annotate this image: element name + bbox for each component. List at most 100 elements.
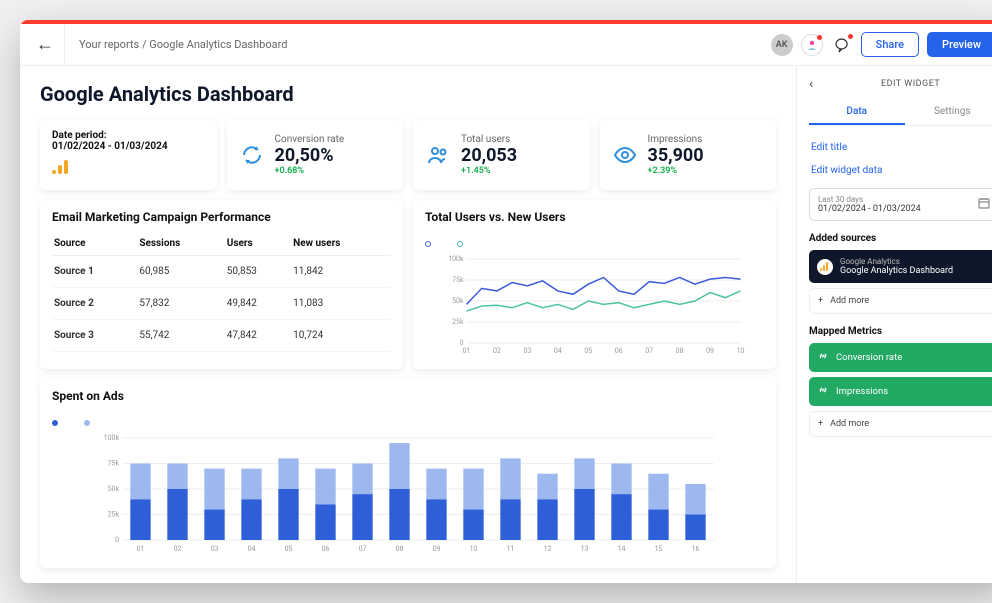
sidebar-header: ‹ EDIT WIDGET bbox=[809, 76, 992, 92]
kpi-value: 35,900 bbox=[648, 145, 765, 166]
table-header: Users bbox=[225, 232, 291, 256]
avatar-initials: AK bbox=[776, 40, 788, 50]
table-cell: 50,853 bbox=[225, 256, 291, 288]
kpi-label: Impressions bbox=[648, 134, 765, 145]
legend-dot-icon bbox=[457, 241, 463, 247]
added-sources-title: Added sources bbox=[809, 233, 992, 244]
svg-text:100k: 100k bbox=[104, 434, 120, 442]
svg-text:16: 16 bbox=[692, 545, 700, 553]
users-icon bbox=[425, 142, 451, 168]
table-header: Source bbox=[52, 232, 137, 256]
svg-text:0: 0 bbox=[115, 536, 119, 544]
ga-logo-icon bbox=[817, 259, 833, 275]
svg-text:05: 05 bbox=[584, 347, 592, 355]
back-arrow-icon[interactable]: ← bbox=[36, 24, 65, 65]
notification-dot-icon bbox=[848, 34, 853, 39]
main-panel: Google Analytics Dashboard Date period: … bbox=[20, 66, 796, 583]
svg-text:14: 14 bbox=[618, 545, 626, 553]
date-picker[interactable]: Last 30 days 01/02/2024 - 01/03/2024 bbox=[809, 188, 992, 221]
chat-icon[interactable] bbox=[831, 34, 853, 56]
card-title: Total Users vs. New Users bbox=[425, 210, 764, 224]
svg-text:50k: 50k bbox=[452, 297, 464, 305]
table-cell: 11,083 bbox=[291, 288, 391, 320]
plus-icon: + bbox=[818, 419, 823, 429]
svg-text:11: 11 bbox=[507, 545, 515, 553]
add-more-label: Add more bbox=[830, 296, 869, 306]
kpi-conversion-rate: Conversion rate 20,50% +0.68% bbox=[227, 120, 404, 190]
table-body: Source 160,98550,85311,842Source 257,832… bbox=[52, 256, 391, 352]
kpi-impressions: Impressions 35,900 +2.39% bbox=[600, 120, 777, 190]
svg-text:10: 10 bbox=[470, 545, 478, 553]
users-chart-card: Total Users vs. New Users 025k50k75k100k… bbox=[413, 200, 776, 369]
table-cell: 55,742 bbox=[137, 320, 224, 352]
eye-icon bbox=[612, 142, 638, 168]
add-metric-button[interactable]: + Add more bbox=[809, 411, 992, 437]
table-cell: Source 3 bbox=[52, 320, 137, 352]
svg-text:02: 02 bbox=[174, 545, 182, 553]
add-source-button[interactable]: + Add more bbox=[809, 288, 992, 314]
svg-text:03: 03 bbox=[211, 545, 219, 553]
mapped-metrics-title: Mapped Metrics bbox=[809, 326, 992, 337]
legend-dot-icon bbox=[52, 420, 58, 426]
table-cell: 49,842 bbox=[225, 288, 291, 320]
share-button[interactable]: Share bbox=[861, 32, 919, 57]
line-chart: 025k50k75k100k01020304050607080910 bbox=[425, 255, 764, 355]
topbar: ← Your reports / Google Analytics Dashbo… bbox=[20, 24, 992, 66]
preview-button[interactable]: Preview bbox=[927, 32, 992, 57]
sidebar-back-icon[interactable]: ‹ bbox=[809, 76, 821, 92]
table-header-row: SourceSessionsUsersNew users bbox=[52, 232, 391, 256]
svg-text:07: 07 bbox=[359, 545, 367, 553]
metric-conversion-rate[interactable]: Conversion rate bbox=[809, 343, 992, 372]
legend bbox=[52, 411, 764, 430]
table-cell: 10,724 bbox=[291, 320, 391, 352]
svg-text:10: 10 bbox=[737, 347, 745, 355]
add-more-label: Add more bbox=[830, 419, 869, 429]
svg-text:25k: 25k bbox=[108, 511, 120, 519]
tab-data[interactable]: Data bbox=[809, 100, 905, 125]
table-header: Sessions bbox=[137, 232, 224, 256]
email-performance-card: Email Marketing Campaign Performance Sou… bbox=[40, 200, 403, 369]
table-cell: 11,842 bbox=[291, 256, 391, 288]
table-cell: Source 2 bbox=[52, 288, 137, 320]
svg-text:09: 09 bbox=[433, 545, 441, 553]
svg-text:04: 04 bbox=[554, 347, 562, 355]
link-icon bbox=[817, 350, 829, 365]
refresh-icon bbox=[239, 142, 265, 168]
table-cell: 57,832 bbox=[137, 288, 224, 320]
svg-text:07: 07 bbox=[645, 347, 653, 355]
table-row: Source 160,98550,85311,842 bbox=[52, 256, 391, 288]
source-name: Google Analytics Dashboard bbox=[840, 266, 953, 276]
date-period-card: Date period: 01/02/2024 - 01/03/2024 bbox=[40, 120, 217, 190]
avatar-user-1[interactable]: AK bbox=[771, 34, 793, 56]
edit-title-toggle[interactable]: Edit title ▸ bbox=[809, 136, 992, 159]
page-title: Google Analytics Dashboard bbox=[40, 82, 776, 106]
tab-settings[interactable]: Settings bbox=[905, 100, 992, 125]
table-cell: 60,985 bbox=[137, 256, 224, 288]
sidebar-tabs: Data Settings bbox=[809, 100, 992, 126]
svg-text:05: 05 bbox=[285, 545, 293, 553]
ga-logo-icon bbox=[52, 158, 72, 176]
svg-text:01: 01 bbox=[137, 545, 145, 553]
svg-text:75k: 75k bbox=[108, 460, 120, 468]
kpi-total-users: Total users 20,053 +1.45% bbox=[413, 120, 590, 190]
kpi-row: Date period: 01/02/2024 - 01/03/2024 Con… bbox=[40, 120, 776, 190]
performance-table: SourceSessionsUsersNew users Source 160,… bbox=[52, 232, 391, 352]
svg-text:13: 13 bbox=[581, 545, 589, 553]
plus-icon: + bbox=[818, 296, 823, 306]
avatar-user-2[interactable] bbox=[801, 34, 823, 56]
date-period-label: Date period: bbox=[52, 130, 205, 141]
edit-widget-data-toggle[interactable]: Edit widget data ▾ bbox=[809, 159, 992, 182]
legend bbox=[425, 232, 764, 251]
table-header: New users bbox=[291, 232, 391, 256]
svg-text:75k: 75k bbox=[452, 276, 464, 284]
breadcrumb[interactable]: Your reports / Google Analytics Dashboar… bbox=[79, 38, 287, 51]
kpi-label: Conversion rate bbox=[275, 134, 392, 145]
date-picker-sub: Last 30 days bbox=[818, 195, 921, 204]
metric-impressions[interactable]: Impressions bbox=[809, 377, 992, 406]
svg-text:08: 08 bbox=[396, 545, 404, 553]
svg-text:100k: 100k bbox=[448, 255, 464, 263]
bar-chart: 025k50k75k100k01020304050607080910111213… bbox=[52, 434, 764, 554]
svg-text:0: 0 bbox=[460, 339, 464, 347]
date-picker-range: 01/02/2024 - 01/03/2024 bbox=[818, 204, 921, 214]
source-google-analytics[interactable]: Google Analytics Google Analytics Dashbo… bbox=[809, 250, 992, 283]
